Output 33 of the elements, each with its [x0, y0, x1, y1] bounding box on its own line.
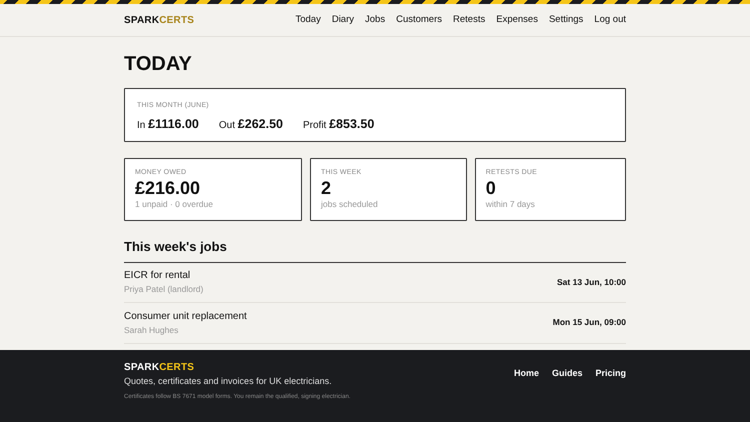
- logo[interactable]: SPARKCERTS: [124, 12, 194, 28]
- job-row[interactable]: Consumer unit replacement Sarah Hughes Mon 15 Jun, 09:00: [124, 303, 626, 344]
- nav-link[interactable]: Today: [295, 12, 321, 28]
- footer-link[interactable]: Guides: [552, 367, 582, 380]
- stat-value: £216.00: [135, 178, 202, 198]
- job-title: Consumer unit replacement: [124, 310, 247, 324]
- footer-logo: SPARKCERTS: [124, 360, 196, 374]
- page-title: TODAY: [124, 52, 193, 77]
- summary-figure: Out £262.50: [218, 116, 283, 132]
- job-title: EICR for rental: [124, 269, 192, 284]
- stat-note: jobs scheduled: [321, 198, 379, 212]
- footer-link[interactable]: Pricing: [595, 367, 626, 380]
- section-heading: This week's jobs: [124, 237, 626, 262]
- nav-link[interactable]: Retests: [453, 12, 486, 28]
- summary-figure: In £1116.00: [137, 116, 199, 132]
- nav-link[interactable]: Jobs: [365, 12, 386, 28]
- stat-note: within 7 days: [486, 198, 536, 212]
- tagline: Quotes, certificates and invoices for UK electricians.: [124, 374, 332, 388]
- nav-link[interactable]: Settings: [548, 12, 584, 28]
- stat-note: 1 unpaid · 0 overdue: [135, 198, 214, 212]
- stat-value: 0: [486, 178, 497, 198]
- nav-link[interactable]: Expenses: [496, 12, 538, 28]
- job-row[interactable]: EICR for rental Priya Patel (landlord) Sat 13 Jun, 10:00: [124, 262, 626, 303]
- nav-link[interactable]: Log out: [594, 12, 626, 28]
- stat-value: 2: [321, 178, 332, 198]
- footer-link[interactable]: Home: [514, 367, 539, 380]
- job-time: Sat 13 Jun, 10:00: [557, 276, 626, 289]
- customer-name: Sarah Hughes: [124, 324, 180, 337]
- customer-name: Priya Patel (landlord): [124, 283, 204, 296]
- summary-figure: Profit £853.50: [302, 116, 374, 132]
- nav-link[interactable]: Diary: [332, 12, 354, 28]
- job-time: Mon 15 Jun, 09:00: [552, 316, 626, 330]
- nav-link[interactable]: Customers: [396, 12, 442, 28]
